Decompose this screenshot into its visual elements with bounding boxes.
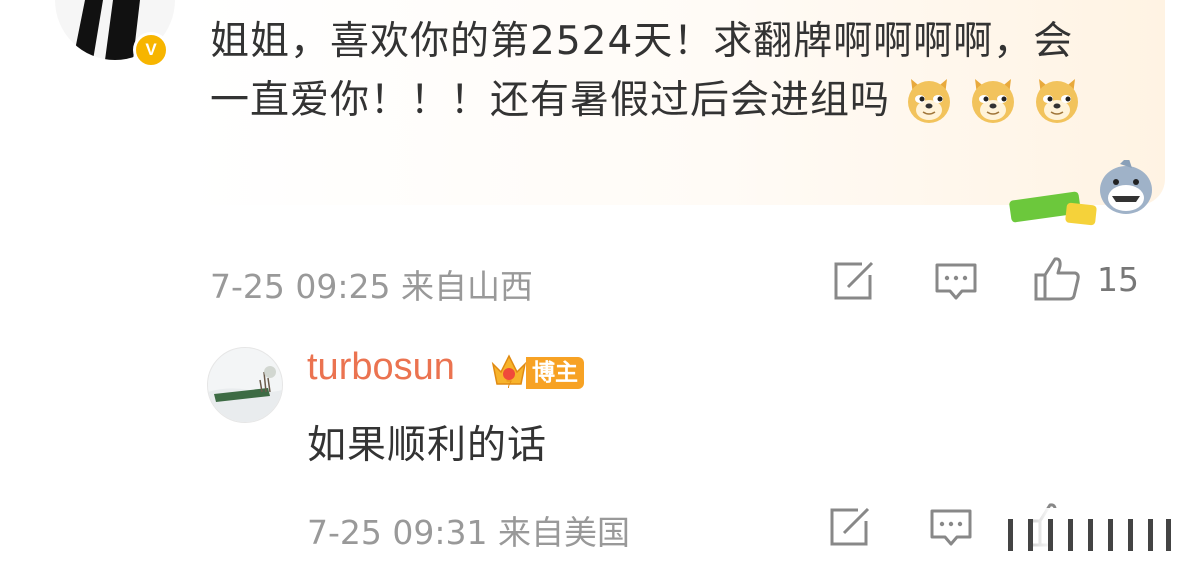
watermark-bar bbox=[1108, 519, 1113, 551]
comment-meta: 7-25 09:25 来自山西 bbox=[210, 260, 533, 308]
reply-avatar[interactable] bbox=[207, 347, 283, 423]
svg-text:7: 7 bbox=[506, 379, 512, 390]
reply-comment-icon[interactable] bbox=[929, 508, 973, 548]
watermark-bar bbox=[1008, 519, 1013, 551]
blogger-tag: 博主 bbox=[526, 357, 584, 389]
watermark-bar bbox=[1148, 519, 1153, 551]
reply-repost-icon[interactable] bbox=[828, 507, 872, 547]
reply-time: 7-25 09:31 bbox=[307, 513, 488, 552]
shark-sticker-icon bbox=[1009, 160, 1152, 226]
reply-text: 如果顺利的话 bbox=[307, 423, 548, 468]
watermark-bar bbox=[1088, 519, 1093, 551]
like-icon[interactable] bbox=[1033, 256, 1081, 302]
comment-time: 7-25 09:25 bbox=[210, 267, 391, 306]
watermark-bar bbox=[1048, 519, 1053, 551]
verified-badge: V bbox=[133, 32, 169, 68]
reply-location: 来自美国 bbox=[498, 513, 630, 552]
watermark-bar bbox=[1128, 519, 1133, 551]
crown-icon: 7 bbox=[491, 354, 527, 390]
reply-meta: 7-25 09:31 来自美国 bbox=[307, 506, 630, 554]
comment-content: 姐姐，喜欢你的第2524天！求翻牌啊啊啊啊，会一直爱你！！！还有暑假过后会进组吗 bbox=[210, 12, 1100, 130]
doge-icon bbox=[1036, 79, 1079, 123]
watermark-bar bbox=[1166, 519, 1171, 551]
repost-icon[interactable] bbox=[832, 261, 876, 301]
watermark-bar bbox=[1028, 519, 1033, 551]
watermark-bar bbox=[1068, 519, 1073, 551]
comment-location: 来自山西 bbox=[401, 267, 533, 306]
doge-icon bbox=[972, 79, 1015, 123]
reply-username[interactable]: turbosun bbox=[307, 346, 455, 389]
comment-icon[interactable] bbox=[934, 262, 978, 302]
doge-icon bbox=[908, 79, 951, 123]
like-count: 15 bbox=[1097, 260, 1139, 299]
